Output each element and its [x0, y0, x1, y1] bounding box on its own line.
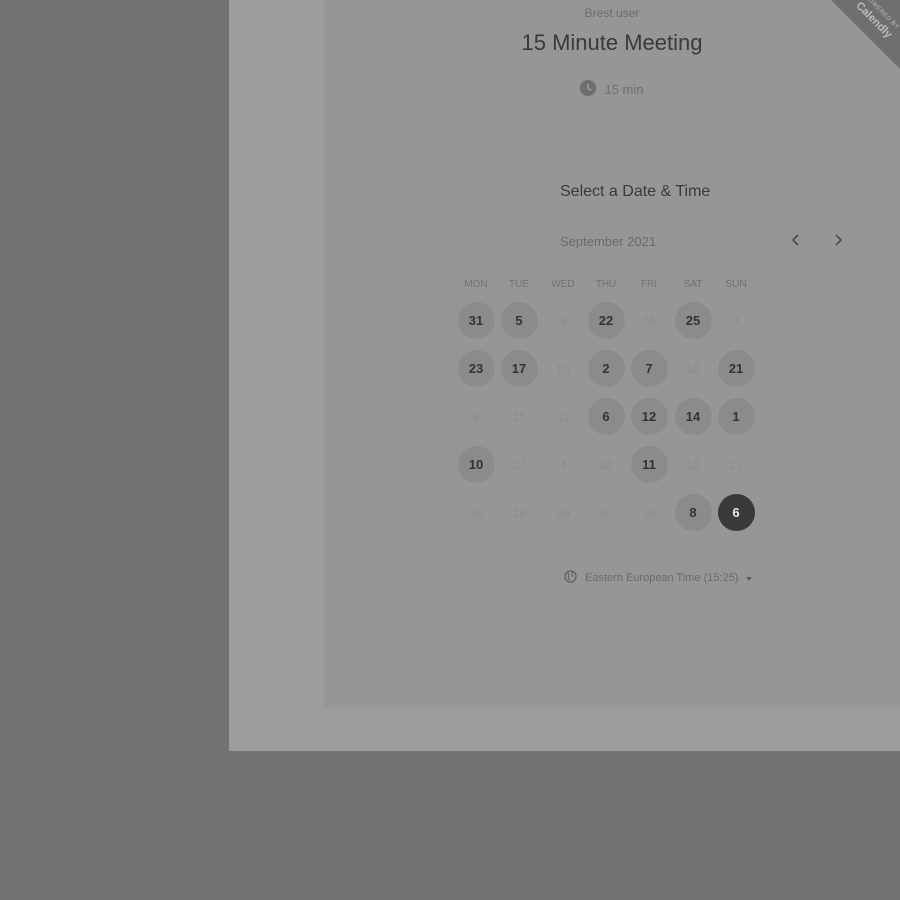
available-date-button[interactable]: 5 — [500, 301, 538, 339]
timezone-selector[interactable]: Eastern European Time (15:25) — [564, 568, 753, 588]
unavailable-date: 28 — [598, 456, 614, 472]
weekday-label: SUN — [725, 279, 747, 290]
available-date-button[interactable]: 1 — [717, 397, 755, 435]
weekday-label: TUE — [509, 279, 529, 290]
available-date-button[interactable]: 7 — [630, 349, 668, 387]
next-month-button[interactable] — [826, 230, 850, 254]
available-date-button[interactable]: 11 — [630, 445, 668, 483]
available-date-button[interactable]: 12 — [630, 397, 668, 435]
unavailable-date: 4 — [559, 456, 567, 472]
event-duration: 15 min — [324, 79, 900, 99]
unavailable-date: 11 — [556, 408, 570, 424]
timezone-label: Eastern European Time (15:25) — [585, 572, 739, 584]
unavailable-date: 27 — [511, 456, 527, 472]
unavailable-date: 18 — [685, 360, 701, 376]
weekday-label: FRI — [640, 279, 658, 290]
weekday-label: THU — [595, 279, 617, 290]
available-date-button[interactable]: 25 — [674, 301, 712, 339]
available-date-button[interactable]: 17 — [500, 349, 538, 387]
unavailable-date: 30 — [468, 504, 484, 520]
unavailable-date: 16 — [555, 360, 571, 376]
unavailable-date: 19 — [511, 504, 527, 520]
weekday-label: WED — [551, 279, 575, 290]
unavailable-date: 30 — [598, 504, 614, 520]
unavailable-date: 4 — [732, 312, 740, 328]
unavailable-date: 27 — [728, 456, 744, 472]
event-title: 15 Minute Meeting — [521, 30, 703, 55]
available-date-button[interactable]: 21 — [717, 349, 755, 387]
month-label: September 2021 — [560, 234, 657, 249]
unavailable-date: 9 — [559, 312, 567, 328]
unavailable-date: 29 — [555, 504, 571, 520]
weekday-label: SAT — [683, 279, 703, 290]
globe-icon — [564, 570, 577, 586]
unavailable-date: 10 — [641, 504, 657, 520]
available-date-button[interactable]: 2 — [587, 349, 625, 387]
unavailable-date: 26 — [641, 312, 657, 328]
weekday-label: MON — [464, 279, 488, 290]
available-date-button[interactable]: 8 — [674, 493, 712, 531]
selected-date-button[interactable]: 6 — [717, 493, 755, 531]
scheduler-panel: Brest user 15 Minute Meeting 15 min Sele… — [324, 0, 900, 707]
chevron-left-icon — [791, 233, 801, 251]
available-date-button[interactable]: 14 — [674, 397, 712, 435]
previous-month-button[interactable] — [784, 230, 808, 254]
calendar-heading: Select a Date & Time — [560, 183, 711, 200]
host-name: Brest user — [584, 6, 640, 20]
duration-label: 15 min — [604, 81, 644, 97]
available-date-button[interactable]: 23 — [457, 349, 495, 387]
caret-down-icon — [746, 572, 753, 584]
unavailable-date: 15 — [685, 456, 701, 472]
unavailable-date: 15 — [511, 408, 527, 424]
available-date-button[interactable]: 6 — [587, 397, 625, 435]
scheduling-card: Brest user 15 Minute Meeting 15 min Sele… — [229, 0, 900, 751]
available-date-button[interactable]: 10 — [457, 445, 495, 483]
chevron-right-icon — [833, 233, 843, 251]
clock-icon — [580, 79, 597, 99]
available-date-button[interactable]: 31 — [457, 301, 495, 339]
available-date-button[interactable]: 22 — [587, 301, 625, 339]
unavailable-date: 3 — [472, 408, 480, 424]
